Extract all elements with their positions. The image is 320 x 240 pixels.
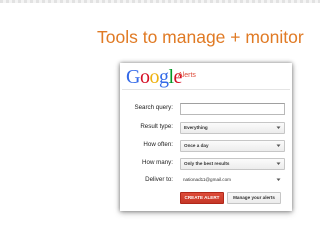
result-type-value: Everything [184, 125, 208, 130]
how-often-label: How often: [143, 141, 173, 148]
search-query-input[interactable] [180, 103, 285, 115]
how-many-value: Only the best results [184, 161, 230, 166]
result-type-label: Result type: [140, 123, 173, 130]
deliver-to-label: Deliver to: [145, 176, 173, 183]
how-often-row: How often: Once a day [120, 140, 292, 152]
chevron-down-icon [276, 144, 281, 147]
top-decorative-bar [0, 0, 320, 3]
search-query-label: Search query: [134, 104, 173, 111]
deliver-to-row: Deliver to: nationad11@gmail.com [120, 175, 292, 187]
header-divider [122, 89, 290, 90]
manage-alerts-button[interactable]: Manage your alerts [227, 192, 281, 204]
how-often-select[interactable]: Once a day [180, 140, 285, 152]
alerts-screenshot-card: Google Alerts Search query: Result type:… [120, 63, 292, 211]
how-often-value: Once a day [184, 143, 209, 148]
chevron-down-icon[interactable] [276, 177, 281, 182]
how-many-select[interactable]: Only the best results [180, 158, 285, 170]
logo-letter-g1: G [126, 66, 140, 88]
result-type-select[interactable]: Everything [180, 122, 285, 134]
search-query-row: Search query: [120, 103, 292, 115]
create-alert-button[interactable]: CREATE ALERT [180, 192, 224, 204]
chevron-down-icon [276, 162, 281, 165]
how-many-row: How many: Only the best results [120, 158, 292, 170]
result-type-row: Result type: Everything [120, 122, 292, 134]
logo-letter-o2: o [149, 66, 159, 88]
deliver-to-value[interactable]: nationad11@gmail.com [183, 177, 231, 182]
how-many-label: How many: [142, 159, 173, 166]
chevron-down-icon [276, 126, 281, 129]
slide-title: Tools to manage + monitor [97, 27, 304, 47]
google-logo[interactable]: Google [126, 66, 182, 89]
app-name: Alerts [178, 72, 196, 79]
